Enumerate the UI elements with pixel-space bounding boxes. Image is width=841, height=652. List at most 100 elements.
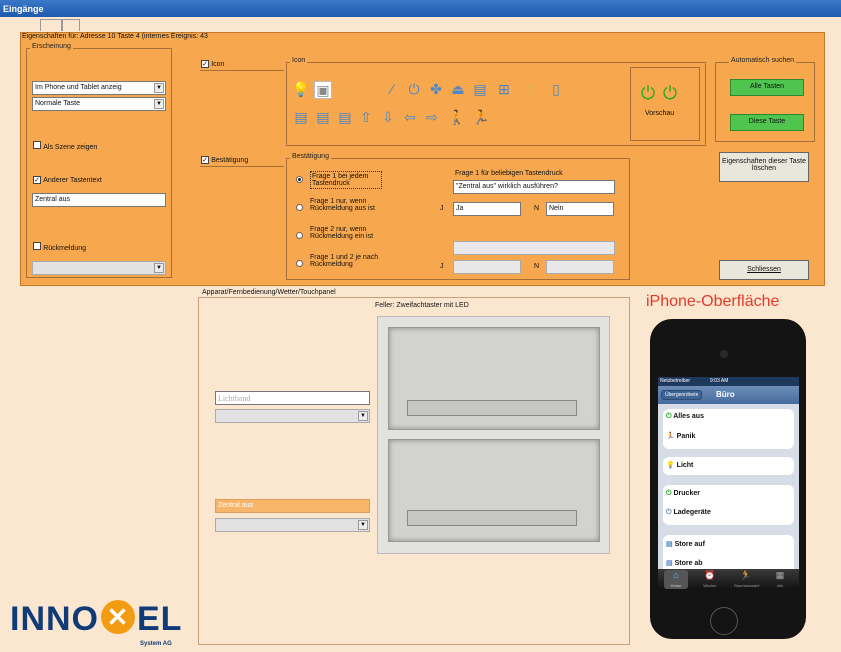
properties-caption: Eigenschaften für: Adresse 10 Taste 4 (i…: [22, 33, 208, 40]
upper-rocker[interactable]: [388, 327, 600, 430]
ceiling-lamp-icon[interactable]: ⏏: [450, 82, 466, 96]
back-button[interactable]: Übergeordnete: [661, 390, 703, 400]
logo-text-left: INNO: [10, 600, 99, 638]
power-icon: ⏻: [666, 509, 672, 516]
lower-key-select[interactable]: ▼: [215, 518, 370, 532]
bulb-icon[interactable]: 💡: [292, 82, 309, 96]
list-item-drucker[interactable]: ⏻ Drucker: [666, 490, 700, 498]
shutter-mid-icon[interactable]: ▤: [312, 110, 334, 124]
question2-input[interactable]: [453, 241, 615, 255]
tab-1[interactable]: [40, 19, 62, 31]
list-item-alles-aus[interactable]: ⏻ Alles aus: [666, 413, 704, 421]
yes-input[interactable]: Ja: [453, 202, 521, 216]
home-button[interactable]: [710, 607, 738, 635]
power-icon: ⏻: [666, 413, 672, 420]
upper-key-text-input[interactable]: Lichtband: [215, 391, 370, 405]
arrow-right-icon[interactable]: ⇨: [424, 110, 440, 124]
alarm-tab-icon[interactable]: ⏰: [698, 570, 722, 581]
chevron-down-icon[interactable]: ▼: [154, 83, 164, 93]
list-item-label: Store auf: [674, 541, 705, 548]
list-item-panik[interactable]: 🏃 Panik: [666, 432, 695, 440]
close-button[interactable]: Schliessen: [719, 260, 809, 280]
option2-radio[interactable]: [296, 204, 303, 213]
auto-search-label: Automatisch suchen: [729, 57, 797, 64]
tab-2[interactable]: [62, 19, 80, 31]
blind-icon[interactable]: ▤: [472, 82, 488, 96]
stand-lamp-icon[interactable]: ǃ: [362, 82, 378, 96]
tab-wecker-label: Wecker: [703, 583, 717, 588]
checkmark-icon[interactable]: ✓: [201, 60, 209, 68]
checkbox-box[interactable]: [33, 242, 41, 250]
radio-button[interactable]: [296, 204, 303, 211]
lower-rocker[interactable]: [388, 439, 600, 542]
tab-info-label: Info: [776, 583, 784, 588]
option4-radio[interactable]: [296, 260, 303, 269]
chevron-down-icon[interactable]: ▼: [358, 520, 368, 530]
checkmark-icon[interactable]: ✓: [33, 176, 41, 184]
icon-check-line: [200, 70, 284, 71]
ceiling-light-icon[interactable]: ♆: [338, 82, 354, 96]
switch-caption: Feller: Zweifachtaster mit LED: [375, 302, 469, 309]
preview-box: [630, 67, 700, 141]
status-bar: Netzbetreiber 9:03 AM: [658, 377, 799, 386]
window-icon[interactable]: ⊞: [496, 82, 512, 96]
info-tab-icon[interactable]: ▦: [768, 570, 792, 581]
shutter-down-icon[interactable]: ▤: [334, 110, 356, 124]
chevron-down-icon[interactable]: ▼: [154, 99, 164, 109]
no2-label: N: [534, 263, 540, 270]
radio-button[interactable]: [296, 176, 303, 183]
list-item-store-auf[interactable]: ▤ Store auf: [666, 540, 705, 548]
list-item-licht[interactable]: 💡 Licht: [666, 461, 693, 469]
feedback-select[interactable]: ▼: [32, 261, 166, 275]
arrow-left-icon[interactable]: ⇦: [402, 110, 418, 124]
key-type-value: Normale Taste: [35, 100, 81, 107]
power-icon[interactable]: ⏻: [406, 82, 422, 96]
room-tab-icon[interactable]: 🏃: [734, 570, 758, 581]
yes2-input[interactable]: [453, 260, 521, 274]
option3-radio[interactable]: [296, 232, 303, 241]
panic-icon[interactable]: 🏃: [472, 110, 489, 124]
list-item-ladegeraete[interactable]: ⏻ Ladegeräte: [666, 509, 711, 517]
no2-input[interactable]: [546, 260, 614, 274]
icon-checkbox[interactable]: ✓ Icon: [201, 59, 224, 68]
all-keys-button[interactable]: Alle Tasten: [730, 79, 804, 96]
panic-icon: 🏃: [666, 433, 675, 440]
switch-image: [377, 316, 610, 554]
checkbox-box[interactable]: [33, 141, 41, 149]
dimmer-bulb-icon[interactable]: ▣: [315, 83, 331, 97]
arrow-down-icon[interactable]: ⇩: [380, 110, 396, 124]
arrow-up-icon[interactable]: ⇧: [358, 110, 374, 124]
no-input[interactable]: Nein: [546, 202, 614, 216]
door-icon[interactable]: ▯: [548, 82, 564, 96]
display-mode-select[interactable]: Im Phone und Tablet anzeig ▼: [32, 81, 166, 95]
other-key-text-input[interactable]: Zentral aus: [32, 193, 166, 207]
logo-x-icon: ✕: [101, 600, 135, 634]
tab-room-label: Raumauswahl: [734, 583, 760, 588]
radio-button[interactable]: [296, 260, 303, 267]
this-key-button[interactable]: Diese Taste: [730, 114, 804, 131]
clear-key-properties-button[interactable]: Eigenschaften dieser Taste löschen: [719, 152, 809, 182]
pencil-icon[interactable]: ⁄: [384, 82, 400, 96]
radio-button[interactable]: [296, 232, 303, 239]
checkmark-icon[interactable]: ✓: [201, 156, 209, 164]
list-item-store-ab[interactable]: ▤ Store ab: [666, 559, 703, 567]
option1-radio[interactable]: [296, 176, 303, 185]
shutter-up-icon[interactable]: ▤: [290, 110, 312, 124]
upper-key-select[interactable]: ▼: [215, 409, 370, 423]
confirm-group-label: Bestätigung: [290, 153, 331, 160]
other-key-text-checkbox[interactable]: ✓ Anderer Tastentext: [33, 175, 102, 184]
show-as-scene-checkbox[interactable]: Als Szene zeigen: [33, 141, 97, 151]
confirm-checkbox[interactable]: ✓ Bestätigung: [201, 155, 248, 164]
walker-icon[interactable]: 🚶: [448, 110, 465, 124]
shutter-down-icon: ▤: [666, 560, 673, 567]
led-strip: [407, 510, 577, 526]
tab-home-label: Home: [670, 583, 682, 588]
chevron-down-icon[interactable]: ▼: [154, 263, 164, 273]
lower-key-text-input[interactable]: Zentral aus: [215, 499, 370, 513]
fan-icon[interactable]: ✤: [428, 82, 444, 96]
feedback-checkbox[interactable]: Rückmeldung: [33, 242, 86, 252]
key-type-select[interactable]: Normale Taste ▼: [32, 97, 166, 111]
lock-icon[interactable]: ⚿: [522, 82, 538, 96]
chevron-down-icon[interactable]: ▼: [358, 411, 368, 421]
question1-input[interactable]: "Zentral aus" wirklich ausführen?: [453, 180, 615, 194]
